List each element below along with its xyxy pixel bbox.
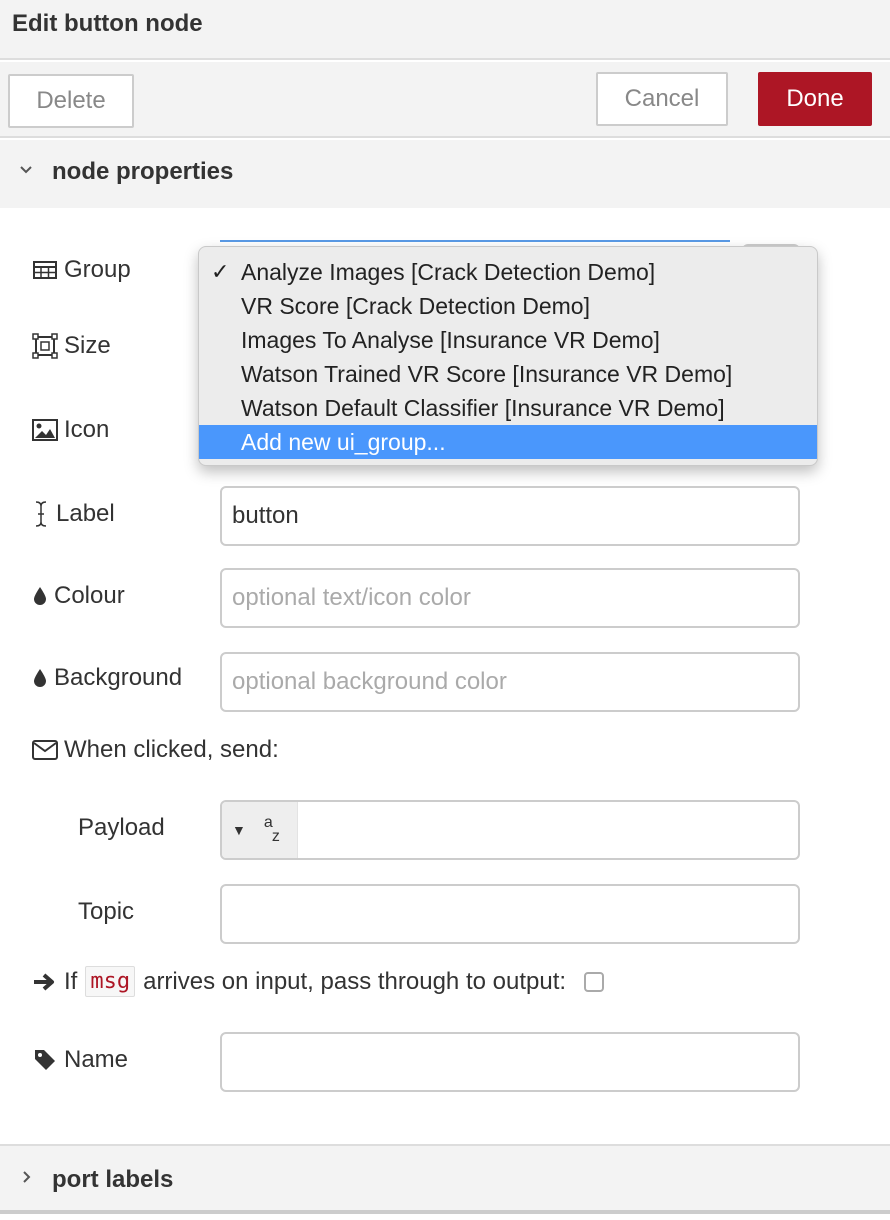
colour-row-label: Colour	[32, 582, 125, 610]
tag-icon	[32, 1047, 58, 1073]
dropdown-option-add-new[interactable]: Add new ui_group...	[199, 425, 817, 459]
passthrough-row: If msg arrives on input, pass through to…	[32, 966, 605, 997]
dropdown-option-label: Watson Trained VR Score [Insurance VR De…	[241, 360, 733, 387]
chevron-down-icon	[18, 160, 34, 183]
colour-label: Colour	[54, 582, 125, 609]
topic-input[interactable]	[220, 884, 800, 944]
background-input[interactable]: optional background color	[220, 652, 800, 712]
text-cursor-icon	[32, 501, 50, 527]
dropdown-option[interactable]: Images To Analyse [Insurance VR Demo]	[199, 323, 817, 357]
topic-row-label: Topic	[78, 898, 134, 926]
arrow-right-icon	[32, 969, 56, 995]
delete-button[interactable]: Delete	[8, 74, 134, 128]
chevron-right-icon	[18, 1168, 34, 1191]
size-row-label: Size	[32, 332, 111, 360]
dropdown-option[interactable]: VR Score [Crack Detection Demo]	[199, 289, 817, 323]
dropdown-option-label: Watson Default Classifier [Insurance VR …	[241, 394, 725, 421]
label-label: Label	[56, 500, 115, 527]
group-label: Group	[64, 256, 131, 283]
dropdown-option-label: Add new ui_group...	[241, 428, 446, 455]
cancel-button[interactable]: Cancel	[596, 72, 728, 126]
dropdown-option-label: VR Score [Crack Detection Demo]	[241, 292, 590, 319]
tint-icon	[32, 583, 48, 609]
topic-label: Topic	[78, 898, 135, 925]
colour-input-placeholder: optional text/icon color	[232, 584, 471, 611]
when-clicked-label: When clicked, send:	[64, 736, 279, 763]
image-icon	[32, 417, 58, 443]
dropdown-option[interactable]: ✓ Analyze Images [Crack Detection Demo]	[199, 255, 817, 289]
dropdown-option[interactable]: Watson Trained VR Score [Insurance VR De…	[199, 357, 817, 391]
dialog-titlebar: Edit button node	[0, 0, 890, 60]
dropdown-option-label: Images To Analyse [Insurance VR Demo]	[241, 326, 660, 353]
passthrough-prefix: If	[64, 967, 78, 995]
section-port-labels[interactable]: port labels	[0, 1144, 890, 1214]
msg-code-tag: msg	[85, 966, 136, 997]
section-port-labels-label: port labels	[52, 1166, 174, 1193]
background-input-placeholder: optional background color	[232, 668, 507, 695]
dropdown-option-label: Analyze Images [Crack Detection Demo]	[241, 258, 656, 285]
icon-label: Icon	[64, 416, 110, 443]
dialog-title: Edit button node	[12, 10, 203, 37]
size-label: Size	[64, 332, 111, 359]
payload-input[interactable]: ▼ az	[220, 800, 800, 860]
payload-label: Payload	[78, 814, 165, 841]
section-node-properties[interactable]: node properties	[0, 140, 890, 208]
dialog-toolbar: Delete Cancel Done	[0, 62, 890, 138]
done-button[interactable]: Done	[758, 72, 872, 126]
caret-down-icon: ▼	[232, 822, 246, 838]
envelope-icon	[32, 737, 58, 763]
label-row-label: Label	[32, 500, 115, 528]
payload-row-label: Payload	[78, 814, 165, 842]
background-label: Background	[54, 664, 183, 691]
icon-row-label: Icon	[32, 416, 109, 444]
resize-icon	[32, 333, 58, 359]
label-input[interactable]: button	[220, 486, 800, 546]
string-type-icon: az	[263, 814, 280, 845]
colour-input[interactable]: optional text/icon color	[220, 568, 800, 628]
name-input[interactable]	[220, 1032, 800, 1092]
section-node-properties-label: node properties	[52, 158, 234, 185]
group-dropdown-menu: ✓ Analyze Images [Crack Detection Demo] …	[198, 246, 818, 466]
tint-icon	[32, 665, 48, 691]
payload-type-select[interactable]: ▼ az	[222, 802, 298, 858]
background-row-label: Background	[32, 664, 182, 692]
when-clicked-row-label: When clicked, send:	[32, 736, 279, 764]
group-row-label: Group	[32, 256, 131, 284]
name-label: Name	[64, 1046, 129, 1073]
name-row-label: Name	[32, 1046, 128, 1074]
table-icon	[32, 257, 58, 283]
dropdown-option[interactable]: Watson Default Classifier [Insurance VR …	[199, 391, 817, 425]
passthrough-suffix: arrives on input, pass through to output…	[143, 967, 567, 995]
passthrough-checkbox[interactable]	[584, 971, 605, 992]
checkmark-icon: ✓	[211, 259, 230, 284]
